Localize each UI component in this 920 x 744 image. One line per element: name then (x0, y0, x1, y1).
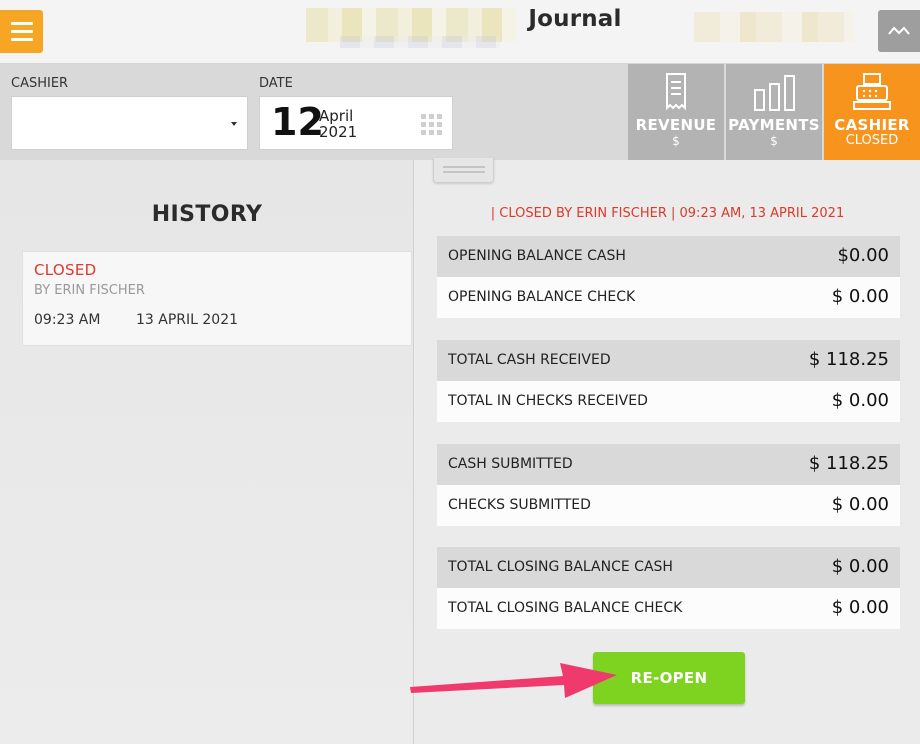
tab-cashier[interactable]: CASHIER CLOSED (824, 64, 920, 160)
row-value: $ 0.00 (831, 597, 889, 618)
row-label: TOTAL CLOSING BALANCE CASH (448, 559, 673, 575)
history-status: CLOSED (34, 261, 97, 279)
history-title: HISTORY (151, 202, 263, 227)
closed-by-info: | CLOSED BY ERIN FISCHER | 09:23 AM, 13 … (490, 206, 845, 221)
history-by: BY ERIN FISCHER (34, 283, 145, 298)
drawer-handle[interactable] (433, 158, 494, 183)
summary-row: TOTAL CLOSING BALANCE CASH $ 0.00 (437, 547, 900, 588)
top-bar: Journal (0, 0, 920, 64)
summary-row: TOTAL CLOSING BALANCE CHECK $ 0.00 (437, 588, 900, 629)
annotation-arrow-icon (410, 663, 617, 698)
history-date: 13 APRIL 2021 (136, 312, 239, 328)
summary-row: CASH SUBMITTED $ 118.25 (437, 444, 900, 485)
tab-revenue-label: REVENUE (635, 116, 717, 134)
history-time: 09:23 AM (34, 312, 101, 328)
summary-row: CHECKS SUBMITTED $ 0.00 (437, 485, 900, 526)
tab-payments-label: PAYMENTS (728, 116, 820, 134)
row-value: $ 0.00 (831, 494, 889, 515)
caret-down-icon (231, 122, 237, 126)
row-label: OPENING BALANCE CASH (448, 248, 626, 264)
activity-button[interactable] (878, 10, 920, 52)
row-label: CHECKS SUBMITTED (448, 497, 591, 513)
date-year: 2021 (319, 123, 358, 141)
row-value: $0.00 (837, 245, 889, 266)
row-label: TOTAL CLOSING BALANCE CHECK (448, 600, 683, 616)
row-value: $ 0.00 (831, 390, 889, 411)
bar-chart-icon (754, 75, 795, 111)
tab-revenue[interactable]: REVENUE $ (628, 64, 724, 160)
summary-row: OPENING BALANCE CASH $0.00 (437, 236, 900, 277)
tab-payments[interactable]: PAYMENTS $ (726, 64, 822, 160)
tab-cashier-label: CASHIER (834, 116, 910, 134)
tab-cashier-sub: CLOSED (845, 133, 899, 148)
redacted-text (340, 36, 500, 48)
history-panel: HISTORY CLOSED BY ERIN FISCHER 09:23 AM … (0, 160, 414, 744)
summary-row: TOTAL CASH RECEIVED $ 118.25 (437, 340, 900, 381)
row-label: CASH SUBMITTED (448, 456, 573, 472)
calendar-grid-icon (421, 114, 442, 135)
history-item[interactable]: CLOSED BY ERIN FISCHER 09:23 AM 13 APRIL… (22, 251, 412, 346)
row-label: OPENING BALANCE CHECK (448, 289, 636, 305)
summary-row: OPENING BALANCE CHECK $ 0.00 (437, 277, 900, 318)
row-value: $ 118.25 (808, 349, 889, 370)
line-graph-icon (888, 26, 910, 35)
tab-revenue-sub: $ (672, 134, 680, 148)
cash-register-icon (853, 73, 891, 110)
row-value: $ 0.00 (831, 286, 889, 307)
cashier-select[interactable] (11, 96, 248, 150)
row-value: $ 0.00 (831, 556, 889, 577)
row-value: $ 118.25 (808, 453, 889, 474)
redacted-text (694, 12, 854, 42)
row-label: TOTAL IN CHECKS RECEIVED (448, 393, 648, 409)
summary-row: TOTAL IN CHECKS RECEIVED $ 0.00 (437, 381, 900, 422)
row-label: TOTAL CASH RECEIVED (448, 352, 611, 368)
tab-payments-sub: $ (770, 134, 778, 148)
date-day: 12 (271, 100, 324, 144)
date-label: DATE (259, 76, 293, 91)
hamburger-icon (10, 38, 33, 41)
receipt-icon (666, 73, 686, 111)
date-picker[interactable]: 12 April 2021 (259, 96, 453, 150)
cashier-label: CASHIER (11, 76, 69, 91)
